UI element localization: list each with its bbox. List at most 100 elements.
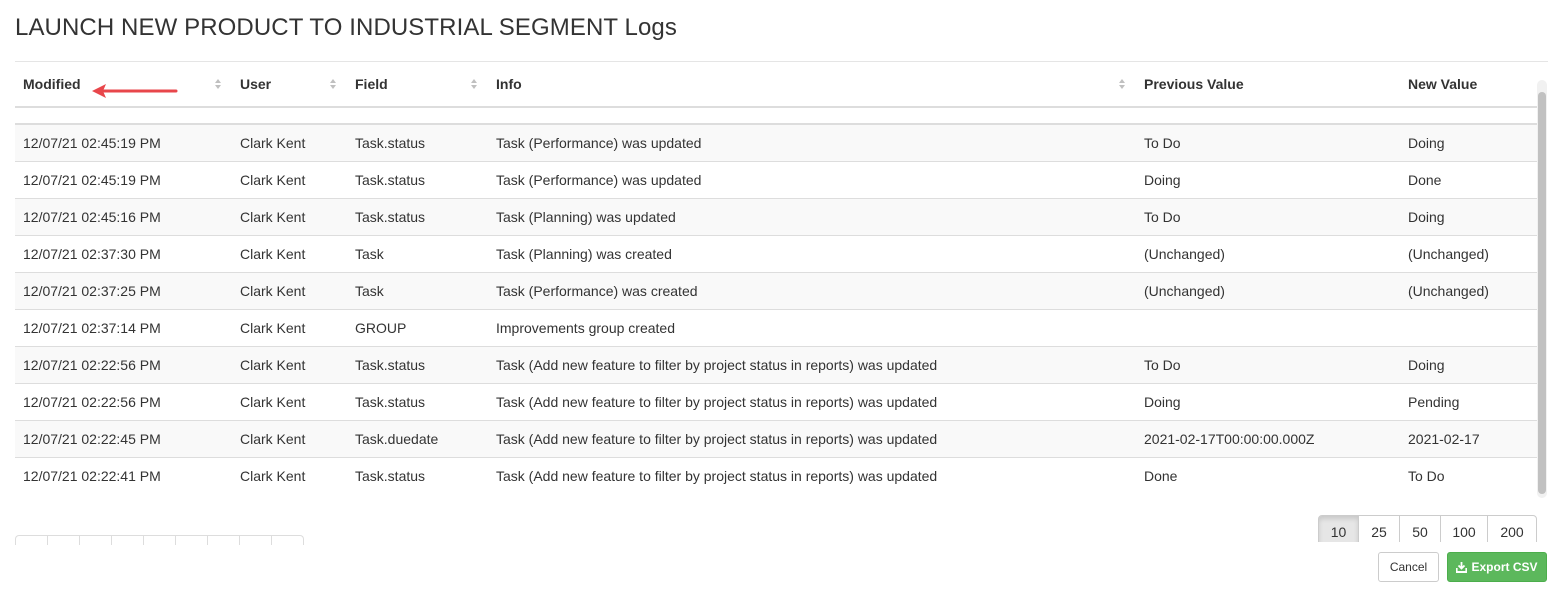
page-size-option[interactable]: 50	[1399, 515, 1441, 542]
cell-previous-value: (Unchanged)	[1136, 271, 1400, 309]
page-size-option[interactable]: 10	[1318, 515, 1359, 542]
cell-previous-value: To Do	[1136, 123, 1400, 161]
logs-table: Modified User Field Info Previous Value	[15, 62, 1537, 494]
cell-field: Task	[347, 234, 488, 272]
column-header-label: New Value	[1408, 76, 1478, 92]
page-button[interactable]	[239, 535, 272, 545]
column-header-previous-value: Previous Value	[1136, 62, 1400, 108]
cell-field: Task.status	[347, 123, 488, 161]
cell-field: Task.status	[347, 197, 488, 235]
sort-icon[interactable]	[470, 78, 478, 90]
cancel-button-label: Cancel	[1389, 560, 1428, 574]
pagination-pages	[15, 535, 304, 545]
column-header-label: Modified	[23, 76, 81, 92]
cell-info: Task (Performance) was created	[488, 271, 1136, 309]
cell-modified: 12/07/21 02:45:19 PM	[15, 160, 232, 198]
cell-info: Task (Planning) was created	[488, 234, 1136, 272]
cell-new-value: Done	[1400, 160, 1537, 198]
cell-info: Task (Planning) was updated	[488, 197, 1136, 235]
cell-user: Clark Kent	[232, 271, 347, 309]
page-button[interactable]	[111, 535, 144, 545]
table-row: 12/07/21 02:37:30 PM Clark Kent Task Task (…	[15, 234, 1537, 272]
cell-info: Task (Add new feature to filter by proje…	[488, 456, 1136, 494]
cell-previous-value: 2021-02-17T00:00:00.000Z	[1136, 419, 1400, 457]
logs-table-container[interactable]: Modified User Field Info Previous Value	[15, 62, 1547, 498]
cancel-button[interactable]: Cancel	[1378, 552, 1439, 582]
page-button[interactable]	[15, 535, 48, 545]
cell-user: Clark Kent	[232, 382, 347, 420]
cell-new-value: Doing	[1400, 197, 1537, 235]
cell-modified: 12/07/21 02:45:19 PM	[15, 123, 232, 161]
cell-new-value: 2021-02-17	[1400, 419, 1537, 457]
column-header-label: Previous Value	[1144, 76, 1244, 92]
sort-icon[interactable]	[329, 78, 337, 90]
column-header-new-value: New Value	[1400, 62, 1537, 108]
cell-previous-value: To Do	[1136, 345, 1400, 383]
cell-previous-value: (Unchanged)	[1136, 234, 1400, 272]
cell-field: Task.status	[347, 382, 488, 420]
cell-new-value: Pending	[1400, 382, 1537, 420]
cell-info: Task (Performance) was updated	[488, 160, 1136, 198]
modal-title: LAUNCH NEW PRODUCT TO INDUSTRIAL SEGMENT…	[15, 14, 677, 41]
export-csv-button[interactable]: Export CSV	[1447, 552, 1547, 582]
cell-modified: 12/07/21 02:22:45 PM	[15, 419, 232, 457]
table-row: 12/07/21 02:37:25 PM Clark Kent Task Task (…	[15, 271, 1537, 309]
page-button[interactable]	[79, 535, 112, 545]
column-header-user[interactable]: User	[232, 62, 347, 108]
cell-new-value	[1400, 308, 1537, 346]
column-header-field[interactable]: Field	[347, 62, 488, 108]
table-row: 12/07/21 02:45:19 PM Clark Kent Task.statu…	[15, 123, 1537, 161]
table-spacer-row	[15, 107, 1537, 125]
page-size-option[interactable]: 200	[1487, 515, 1537, 542]
cell-info: Task (Performance) was updated	[488, 123, 1136, 161]
export-csv-label: Export CSV	[1471, 560, 1538, 574]
cell-field: Task.duedate	[347, 419, 488, 457]
cell-field: Task	[347, 271, 488, 309]
table-row: 12/07/21 02:45:16 PM Clark Kent Task.statu…	[15, 197, 1537, 235]
cell-modified: 12/07/21 02:37:14 PM	[15, 308, 232, 346]
cell-field: Task.status	[347, 160, 488, 198]
cell-info: Improvements group created	[488, 308, 1136, 346]
cell-user: Clark Kent	[232, 197, 347, 235]
cell-new-value: Doing	[1400, 123, 1537, 161]
cell-user: Clark Kent	[232, 160, 347, 198]
cell-previous-value: To Do	[1136, 197, 1400, 235]
cell-info: Task (Add new feature to filter by proje…	[488, 419, 1136, 457]
cell-previous-value: Doing	[1136, 382, 1400, 420]
sort-icon[interactable]	[214, 78, 222, 90]
cell-modified: 12/07/21 02:45:16 PM	[15, 197, 232, 235]
page-button[interactable]	[271, 535, 304, 545]
page-size-option[interactable]: 100	[1440, 515, 1488, 542]
table-vertical-scrollbar[interactable]	[1537, 80, 1547, 498]
cell-modified: 12/07/21 02:22:41 PM	[15, 456, 232, 494]
page-size-option[interactable]: 25	[1358, 515, 1400, 542]
cell-new-value: Doing	[1400, 345, 1537, 383]
table-header-row: Modified User Field Info Previous Value	[15, 62, 1537, 108]
page-button[interactable]	[143, 535, 176, 545]
cell-modified: 12/07/21 02:22:56 PM	[15, 345, 232, 383]
table-row: 12/07/21 02:45:19 PM Clark Kent Task.statu…	[15, 160, 1537, 198]
cell-info: Task (Add new feature to filter by proje…	[488, 345, 1136, 383]
column-header-info[interactable]: Info	[488, 62, 1136, 108]
cell-user: Clark Kent	[232, 234, 347, 272]
page-button[interactable]	[47, 535, 80, 545]
cell-user: Clark Kent	[232, 123, 347, 161]
cell-modified: 12/07/21 02:37:25 PM	[15, 271, 232, 309]
cell-new-value: (Unchanged)	[1400, 271, 1537, 309]
cell-info: Task (Add new feature to filter by proje…	[488, 382, 1136, 420]
page-button[interactable]	[207, 535, 240, 545]
page-button[interactable]	[175, 535, 208, 545]
page-size-selector: 10 25 50 100 200	[1318, 515, 1537, 542]
cell-field: GROUP	[347, 308, 488, 346]
cell-user: Clark Kent	[232, 419, 347, 457]
scrollbar-thumb[interactable]	[1538, 92, 1546, 494]
cell-user: Clark Kent	[232, 345, 347, 383]
cell-field: Task.status	[347, 456, 488, 494]
cell-user: Clark Kent	[232, 456, 347, 494]
cell-field: Task.status	[347, 345, 488, 383]
table-row: 12/07/21 02:22:41 PM Clark Kent Task.statu…	[15, 456, 1537, 494]
download-icon	[1456, 561, 1468, 573]
table-row: 12/07/21 02:22:56 PM Clark Kent Task.statu…	[15, 345, 1537, 383]
sort-icon[interactable]	[1118, 78, 1126, 90]
table-row: 12/07/21 02:37:14 PM Clark Kent GROUP Impro…	[15, 308, 1537, 346]
